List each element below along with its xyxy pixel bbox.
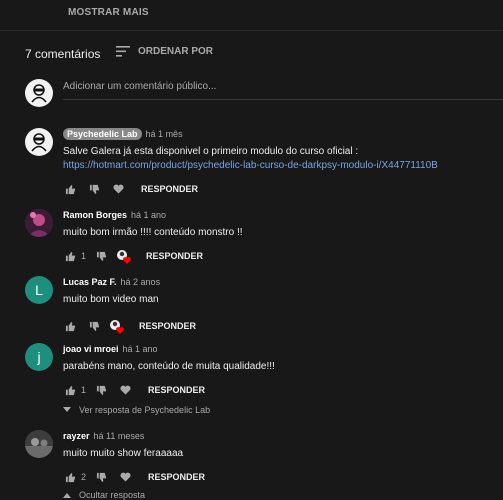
comment-text: muito muito show feraaaaa xyxy=(63,448,184,459)
heart-icon[interactable] xyxy=(118,385,132,395)
thumbs-up-icon[interactable] xyxy=(63,385,77,396)
sort-button[interactable]: ORDENAR POR xyxy=(116,46,213,57)
heart-icon[interactable] xyxy=(118,472,132,482)
comment-time[interactable]: há 1 ano xyxy=(123,344,158,354)
avatar xyxy=(25,79,53,107)
author-name[interactable]: Psychedelic Lab xyxy=(63,128,142,140)
add-comment-input[interactable]: Adicionar um comentário público... xyxy=(63,81,216,92)
comments-section: MOSTRAR MAIS 7 comentários ORDENAR POR A… xyxy=(0,0,503,500)
like-count: 2 xyxy=(81,472,87,482)
comment-actions: RESPONDER xyxy=(63,182,503,196)
comment-text: Salve Galera já esta disponivel o primei… xyxy=(63,146,359,157)
comment-count: 7 comentários xyxy=(25,47,101,61)
comment-text: parabéns mano, conteúdo de muita qualida… xyxy=(63,361,275,372)
avatar[interactable] xyxy=(25,128,53,156)
sort-icon xyxy=(116,46,130,57)
reply-button[interactable]: RESPONDER xyxy=(141,184,198,194)
thumbs-down-icon[interactable] xyxy=(87,321,101,332)
thumbs-up-icon[interactable] xyxy=(63,321,77,332)
comment-text: muito bom irmão !!!! conteúdo monstro !! xyxy=(63,227,243,238)
creator-heart-icon xyxy=(109,319,124,334)
avatar[interactable] xyxy=(25,209,53,237)
comment-time[interactable]: há 2 anos xyxy=(121,277,161,287)
comment-actions: 2 RESPONDER xyxy=(63,470,503,484)
comment-item: Psychedelic Lab há 1 mês Salve Galera já… xyxy=(25,128,503,198)
thumbs-down-icon[interactable] xyxy=(94,472,108,483)
reply-button[interactable]: RESPONDER xyxy=(146,251,203,261)
author-name[interactable]: joao vi mroei xyxy=(63,344,119,354)
comment-item: rayzer há 11 meses muito muito show fera… xyxy=(25,430,503,500)
comment-actions: 1 RESPONDER xyxy=(63,383,503,397)
avatar-letter: L xyxy=(35,282,43,298)
avatar[interactable]: j xyxy=(25,343,53,371)
thumbs-up-icon[interactable] xyxy=(63,184,77,195)
view-replies-label: Ver resposta de Psychedelic Lab xyxy=(79,405,211,415)
like-count: 1 xyxy=(81,251,87,261)
divider xyxy=(0,30,503,31)
author-name[interactable]: rayzer xyxy=(63,431,90,441)
comment-time[interactable]: há 11 meses xyxy=(94,431,145,441)
hide-replies-label: Ocultar resposta xyxy=(79,490,146,500)
comment-item: j joao vi mroei há 1 ano parabéns mano, … xyxy=(25,343,503,418)
avatar-letter: j xyxy=(37,349,41,365)
channel-logo-icon xyxy=(31,84,47,103)
comment-item: Ramon Borges há 1 ano muito bom irmão !!… xyxy=(25,209,503,264)
add-comment-row: Adicionar um comentário público... xyxy=(25,79,503,109)
show-more-button[interactable]: MOSTRAR MAIS xyxy=(68,7,149,18)
comment-time[interactable]: há 1 ano xyxy=(131,210,166,220)
comment-item: L Lucas Paz F. há 2 anos muito bom video… xyxy=(25,276,503,334)
reply-button[interactable]: RESPONDER xyxy=(148,385,205,395)
avatar[interactable] xyxy=(25,430,53,458)
avatar[interactable]: L xyxy=(25,276,53,304)
reply-button[interactable]: RESPONDER xyxy=(148,472,205,482)
chevron-down-icon xyxy=(63,407,71,412)
input-underline xyxy=(63,99,503,100)
creator-heart-icon xyxy=(116,249,131,264)
view-replies-button[interactable]: Ver resposta de Psychedelic Lab xyxy=(63,405,503,415)
comment-text: muito bom video man xyxy=(63,294,159,305)
reply-button[interactable]: RESPONDER xyxy=(139,321,196,331)
thumbs-up-icon[interactable] xyxy=(63,251,77,262)
avatar-image xyxy=(25,430,53,458)
heart-icon[interactable] xyxy=(111,184,125,194)
comment-actions: RESPONDER xyxy=(63,319,503,334)
thumbs-down-icon[interactable] xyxy=(87,184,101,195)
chevron-up-icon xyxy=(63,493,71,498)
thumbs-down-icon[interactable] xyxy=(94,385,108,396)
avatar-image xyxy=(25,209,53,237)
comment-actions: 1 RESPONDER xyxy=(63,249,503,264)
sort-label: ORDENAR POR xyxy=(138,46,214,57)
comment-time[interactable]: há 1 mês xyxy=(146,129,183,139)
author-name[interactable]: Lucas Paz F. xyxy=(63,277,117,287)
channel-logo-icon xyxy=(31,133,47,152)
comment-link[interactable]: https://hotmart.com/product/psychedelic-… xyxy=(63,159,503,173)
thumbs-up-icon[interactable] xyxy=(63,472,77,483)
like-count: 1 xyxy=(81,385,87,395)
thumbs-down-icon[interactable] xyxy=(94,251,108,262)
hide-replies-button[interactable]: Ocultar resposta xyxy=(63,490,503,500)
author-name[interactable]: Ramon Borges xyxy=(63,210,127,220)
